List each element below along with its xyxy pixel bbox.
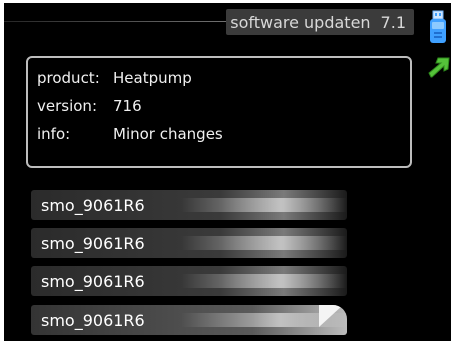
info-row-version: version: 716 [37,97,142,115]
selection-corner-marker [319,305,343,327]
display-screen: software updaten 7.1 product: Heatpump ve… [4,3,451,341]
file-name: smo_9061R6 [41,195,145,215]
file-list-item[interactable]: smo_9061R6 [31,190,347,220]
file-name: smo_9061R6 [41,233,145,253]
info-row-info: info: Minor changes [37,125,223,143]
version-value: 716 [113,97,142,115]
info-value: Minor changes [113,125,223,143]
file-list-item[interactable]: smo_9061R6 [31,228,347,258]
version-label: version: [37,97,97,115]
file-list-item-selected[interactable]: smo_9061R6 [31,305,347,335]
back-arrow-icon[interactable] [427,55,451,79]
product-label: product: [37,69,100,87]
menu-title-bar: software updaten 7.1 [226,9,414,35]
info-row-product: product: Heatpump [37,69,192,87]
product-value: Heatpump [113,69,192,87]
title-divider [4,21,234,22]
update-info-box: product: Heatpump version: 716 info: Minor … [26,56,412,168]
menu-code: 7.1 [380,12,406,32]
menu-title: software updaten [230,12,371,32]
file-name: smo_9061R6 [41,310,145,330]
usb-stick-icon [430,10,446,43]
file-list-item[interactable]: smo_9061R6 [31,266,347,296]
file-name: smo_9061R6 [41,271,145,291]
info-label: info: [37,125,71,143]
